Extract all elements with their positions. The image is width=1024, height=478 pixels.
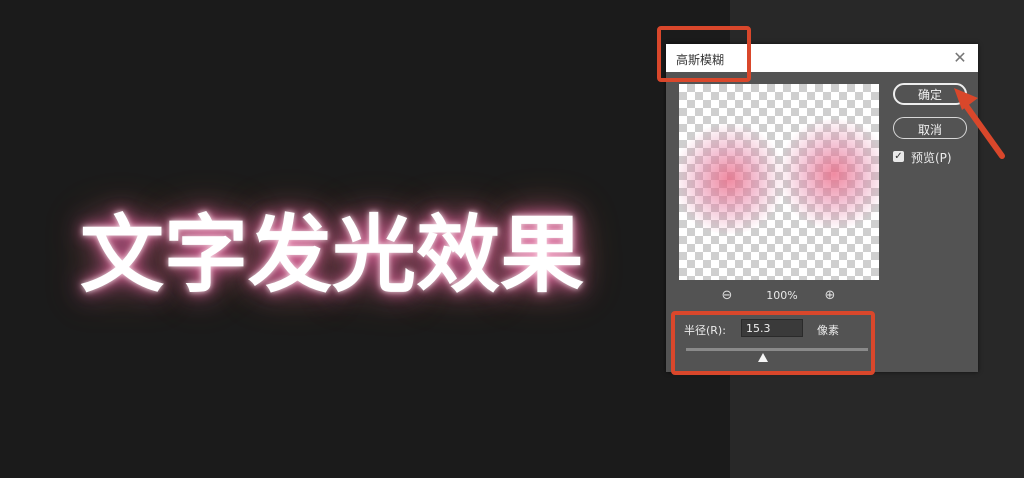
preview-glow	[774, 119, 879, 229]
zoom-out-icon[interactable]: ⊖	[719, 288, 735, 304]
zoom-level: 100%	[766, 289, 798, 302]
zoom-controls: ⊖ 100% ⊕	[679, 288, 879, 306]
zoom-in-icon[interactable]: ⊕	[822, 288, 838, 304]
close-icon[interactable]: ✕	[950, 48, 970, 68]
preview-glow	[679, 124, 789, 234]
blur-preview-area[interactable]	[679, 84, 879, 280]
title-highlight-box	[657, 26, 751, 82]
preview-checkbox[interactable]: ✓	[893, 151, 904, 162]
radius-highlight-box	[671, 311, 875, 375]
pointer-arrow-icon	[954, 88, 1005, 159]
glowing-headline: 文字发光效果	[80, 206, 585, 304]
